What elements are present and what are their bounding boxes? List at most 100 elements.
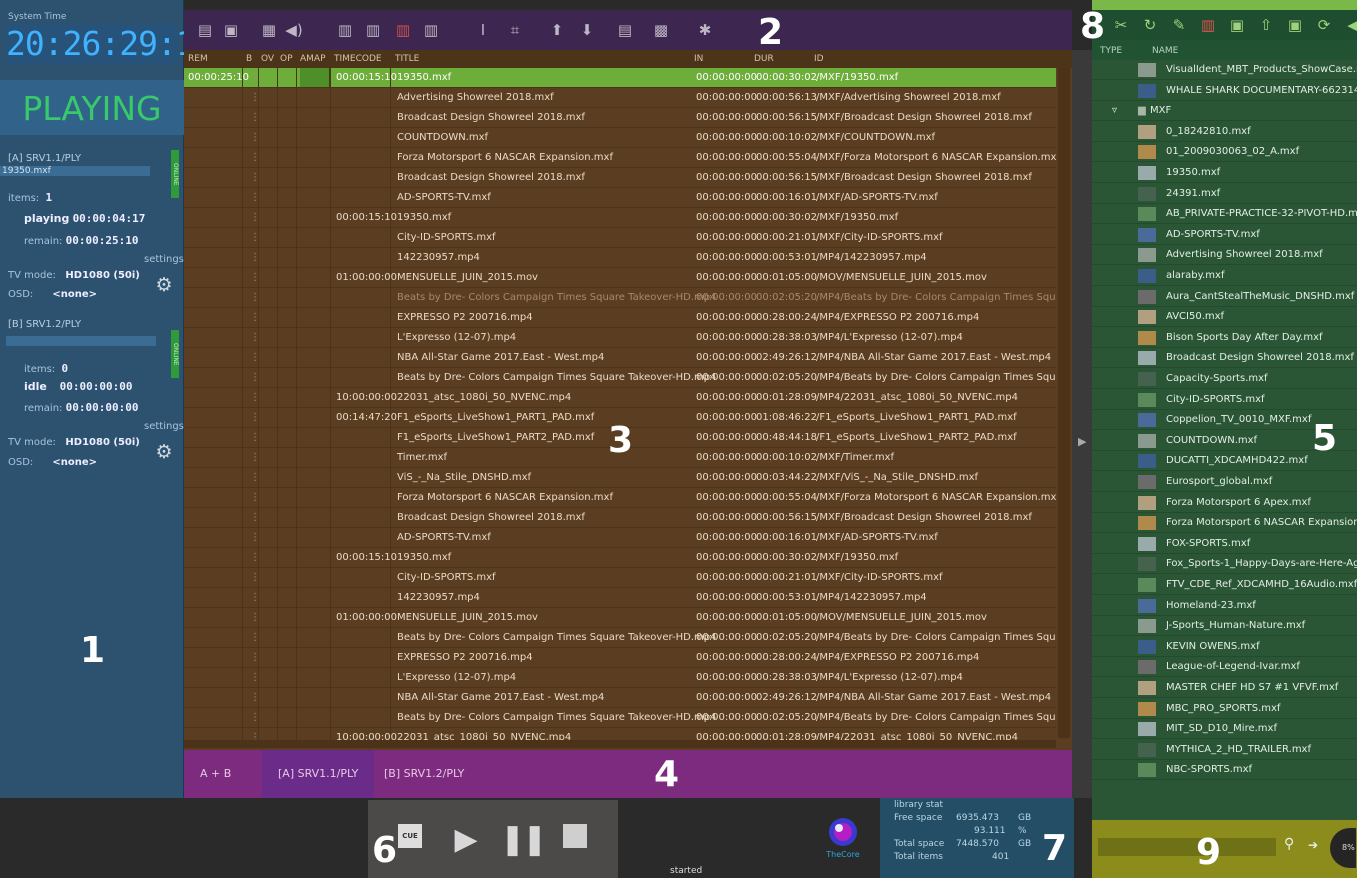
cue-button[interactable]: CUE <box>398 824 422 848</box>
upload-icon[interactable]: ⇧ <box>1257 15 1275 35</box>
go-arrow-icon[interactable]: ➔ <box>1308 838 1318 852</box>
playlist-row[interactable]: ⋮ 10:00:00:00 22031_atsc_1080i_50_NVENC.mp… <box>184 388 1056 408</box>
playlist-row[interactable]: ⋮ 01:00:00:00 MENSUELLE_JUIN_2015.mov 00:00… <box>184 608 1056 628</box>
video-source-icon[interactable]: ▦ <box>260 20 278 40</box>
library-item[interactable]: Forza Motorsport 6 NASCAR Expansion.mx <box>1092 513 1357 534</box>
playlist-row[interactable]: ⋮ Beats by Dre- Colors Campaign Times Squ… <box>184 368 1056 388</box>
folder-open-icon[interactable]: ▤ <box>196 20 214 40</box>
playlist-row[interactable]: ⋮ NBA All-Star Game 2017.East - West.mp4 0… <box>184 688 1056 708</box>
collapse-arrow-icon[interactable]: ▿ <box>1112 101 1117 120</box>
preview-icon[interactable]: ▣ <box>1228 15 1246 35</box>
channel-b-gear-icon[interactable]: ⚙ <box>154 442 174 462</box>
playlist-row[interactable]: ⋮ NBA All-Star Game 2017.East - West.mp4 0… <box>184 348 1056 368</box>
library-item[interactable]: 24391.mxf <box>1092 184 1357 204</box>
playlist-row[interactable]: ⋮ Beats by Dre- Colors Campaign Times Squ… <box>184 288 1056 308</box>
col-id[interactable]: ID <box>814 54 824 64</box>
library-item[interactable]: City-ID-SPORTS.mxf <box>1092 390 1357 410</box>
audio-icon[interactable]: ◀) <box>285 20 303 40</box>
playlist-row[interactable]: ⋮ 00:00:25:10 00:00:15:10 19350.mxf 00:00:00… <box>184 68 1056 88</box>
library-expander[interactable]: ▶ <box>1072 50 1092 798</box>
col-type[interactable]: TYPE <box>1100 46 1122 56</box>
playlist-row[interactable]: ⋮ 142230957.mp4 00:00:00:00 00:00:53:01/MP4… <box>184 248 1056 268</box>
crop-icon[interactable]: ⌗ <box>506 20 524 40</box>
library-item[interactable]: MBC_PRO_SPORTS.mxf <box>1092 699 1357 719</box>
speaker-icon[interactable]: ◀ <box>1344 15 1357 35</box>
library-item[interactable]: J-Sports_Human-Nature.mxf <box>1092 616 1357 637</box>
stop-button[interactable] <box>563 824 587 848</box>
col-amap[interactable]: AMAP <box>300 54 326 64</box>
cut-icon[interactable]: ✂ <box>1112 15 1130 35</box>
channel-a-gear-icon[interactable]: ⚙ <box>154 275 174 295</box>
move-up-icon[interactable]: ⬆ <box>548 20 566 40</box>
library-item[interactable]: 19350.mxf <box>1092 163 1357 183</box>
library-item[interactable]: AB_PRIVATE-PRACTICE-32-PIVOT-HD.mxf <box>1092 204 1357 225</box>
library-item[interactable]: WHALE SHARK DOCUMENTARY-66231436. <box>1092 81 1357 101</box>
col-op[interactable]: OP <box>280 54 293 64</box>
playlist-row[interactable]: ⋮ ViS_-_Na_Stile_DNSHD.mxf 00:00:00:00 00:0… <box>184 468 1056 488</box>
sync-icon[interactable]: ⟳ <box>1315 15 1333 35</box>
library-item[interactable]: 01_2009030063_02_A.mxf <box>1092 142 1357 163</box>
library-item[interactable]: Homeland-23.mxf <box>1092 596 1357 616</box>
image-icon[interactable]: ▣ <box>1286 15 1304 35</box>
film-insert-icon[interactable]: ▥ <box>364 20 382 40</box>
playlist-hscrollbar[interactable] <box>184 740 1056 748</box>
film-remove-icon[interactable]: ▥ <box>394 20 412 40</box>
playlist-row[interactable]: ⋮ 00:00:15:10 19350.mxf 00:00:00:00 00:00:30… <box>184 548 1056 568</box>
film-replace-icon[interactable]: ▥ <box>422 20 440 40</box>
playlist-row[interactable]: ⋮ L'Expresso (12-07).mp4 00:00:00:00 00:28:… <box>184 328 1056 348</box>
playlist-row[interactable]: ⋮ Broadcast Design Showreel 2018.mxf 00:00… <box>184 508 1056 528</box>
playlist-row[interactable]: ⋮ Broadcast Design Showreel 2018.mxf 00:00… <box>184 168 1056 188</box>
col-b[interactable]: B <box>246 54 252 64</box>
refresh-icon[interactable]: ↻ <box>1141 15 1159 35</box>
pause-button[interactable]: ❚❚ <box>500 822 547 858</box>
move-down-icon[interactable]: ⬇ <box>578 20 596 40</box>
library-item[interactable]: Aura_CantStealTheMusic_DNSHD.mxf <box>1092 287 1357 307</box>
bulb-icon[interactable]: ✱ <box>696 20 714 40</box>
playlist-row[interactable]: ⋮ City-ID-SPORTS.mxf 00:00:00:00 00:00:21:0… <box>184 228 1056 248</box>
library-item[interactable]: MIT_SD_D10_Mire.mxf <box>1092 719 1357 740</box>
playlist-row[interactable]: ⋮ Forza Motorsport 6 NASCAR Expansion.mxf… <box>184 488 1056 508</box>
channel-b-settings-link[interactable]: settings <box>144 421 184 432</box>
channel-a-settings-link[interactable]: settings <box>144 254 184 265</box>
library-folder[interactable]: ▿ ▆ MXF <box>1092 101 1357 122</box>
library-item[interactable]: KEVIN OWENS.mxf <box>1092 637 1357 657</box>
library-item[interactable]: VisualIdent_MBT_Products_ShowCase.mp4 <box>1092 60 1357 80</box>
library-item[interactable]: Bison Sports Day After Day.mxf <box>1092 328 1357 348</box>
tab-srv1-1[interactable]: [A] SRV1.1/PLY <box>262 750 375 798</box>
playlist-row[interactable]: ⋮ Broadcast Design Showreel 2018.mxf 00:00… <box>184 108 1056 128</box>
library-item[interactable]: MASTER CHEF HD S7 #1 VFVF.mxf <box>1092 678 1357 698</box>
library-item[interactable]: Advertising Showreel 2018.mxf <box>1092 245 1357 266</box>
library-item[interactable]: Eurosport_global.mxf <box>1092 472 1357 492</box>
library-item[interactable]: NBC-SPORTS.mxf <box>1092 760 1357 781</box>
playlist-row[interactable]: ⋮ COUNTDOWN.mxf 00:00:00:00 00:00:10:02/MXF… <box>184 128 1056 148</box>
playlist-row[interactable]: ⋮ 01:00:00:00 MENSUELLE_JUIN_2015.mov 00:00… <box>184 268 1056 288</box>
playlist-row[interactable]: ⋮ Beats by Dre- Colors Campaign Times Squ… <box>184 628 1056 648</box>
cart-icon[interactable]: ▩ <box>652 20 670 40</box>
library-item[interactable]: FOX-SPORTS.mxf <box>1092 534 1357 554</box>
playlist-row[interactable]: ⋮ Advertising Showreel 2018.mxf 00:00:00:0… <box>184 88 1056 108</box>
playlist-row[interactable]: ⋮ EXPRESSO P2 200716.mp4 00:00:00:00 00:28:… <box>184 648 1056 668</box>
col-ov[interactable]: OV <box>261 54 274 64</box>
col-name[interactable]: NAME <box>1152 46 1178 56</box>
library-item[interactable]: Capacity-Sports.mxf <box>1092 369 1357 389</box>
save-icon[interactable]: ▣ <box>222 20 240 40</box>
library-item[interactable]: Fox_Sports-1_Happy-Days-are-Here-Agair <box>1092 554 1357 575</box>
library-item[interactable]: AD-SPORTS-TV.mxf <box>1092 225 1357 245</box>
document-icon[interactable]: ▤ <box>616 20 634 40</box>
playlist-row[interactable]: ⋮ 00:00:15:10 19350.mxf 00:00:00:00 00:00:30… <box>184 208 1056 228</box>
library-item[interactable]: 0_18242810.mxf <box>1092 122 1357 142</box>
playlist-row[interactable]: ⋮ L'Expresso (12-07).mp4 00:00:00:00 00:28:… <box>184 668 1056 688</box>
tab-a-plus-b[interactable]: A + B <box>184 750 247 798</box>
edit-icon[interactable]: ✎ <box>1170 15 1188 35</box>
col-dur[interactable]: DUR <box>754 54 774 64</box>
col-in[interactable]: IN <box>694 54 703 64</box>
library-search-input[interactable] <box>1098 838 1276 856</box>
playlist-row[interactable]: ⋮ 142230957.mp4 00:00:00:00 00:00:53:01/MP4… <box>184 588 1056 608</box>
expand-arrow-icon[interactable]: ▶ <box>1078 435 1086 448</box>
library-item[interactable]: alaraby.mxf <box>1092 266 1357 286</box>
playlist-row[interactable]: ⋮ City-ID-SPORTS.mxf 00:00:00:00 00:00:21:0… <box>184 568 1056 588</box>
playlist-row[interactable]: ⋮ AD-SPORTS-TV.mxf 00:00:00:00 00:00:16:01/… <box>184 188 1056 208</box>
library-item[interactable]: MYTHICA_2_HD_TRAILER.mxf <box>1092 740 1357 760</box>
search-icon[interactable]: ⚲ <box>1284 836 1294 852</box>
playlist-row[interactable]: ⋮ Beats by Dre- Colors Campaign Times Squ… <box>184 708 1056 728</box>
